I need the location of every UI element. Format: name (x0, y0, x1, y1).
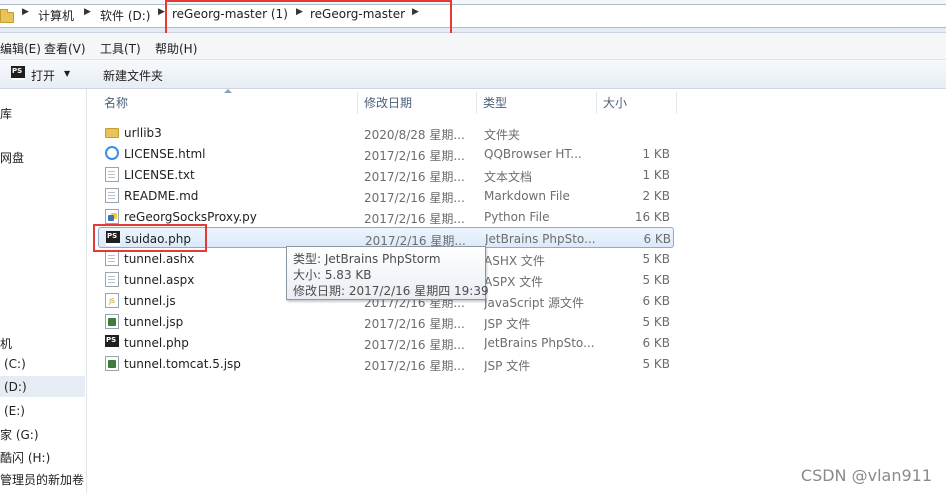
file-name: LICENSE.txt (124, 168, 195, 182)
file-date: 2017/2/16 星期... (364, 317, 465, 331)
file-type: JSP 文件 (484, 317, 531, 331)
file-row[interactable]: PS tunnel.php 2017/2/16 星期... JetBrains Php… (98, 332, 674, 353)
file-name: README.md (124, 189, 199, 203)
address-bar[interactable]: ▶ 计算机 ▶ 软件 (D:) ▶ reGeorg-master (1) ▶ r… (0, 0, 946, 33)
file-date: 2017/2/16 星期... (364, 338, 465, 352)
nav-item[interactable]: 库 (0, 105, 12, 122)
file-icon (105, 272, 119, 287)
column-header-type[interactable]: 类型 (477, 92, 597, 114)
breadcrumb-separator[interactable]: ▶ (22, 7, 29, 17)
file-date: 2017/2/16 星期... (364, 359, 465, 373)
nav-item-drive-e[interactable]: (E:) (4, 404, 25, 418)
file-size: 1 KB (642, 168, 670, 182)
file-tooltip: 类型: JetBrains PhpStorm 大小: 5.83 KB 修改日期:… (286, 246, 489, 300)
file-name: urllib3 (124, 126, 162, 140)
file-date: 2017/2/16 星期... (364, 191, 465, 205)
file-name: tunnel.jsp (124, 315, 184, 329)
file-date: 2020/8/28 星期... (364, 128, 465, 142)
file-row[interactable]: LICENSE.txt 2017/2/16 星期... 文本文档 1 KB (98, 164, 674, 185)
file-row[interactable]: README.md 2017/2/16 星期... Markdown File 2 K… (98, 185, 674, 206)
file-size: 16 KB (634, 210, 670, 224)
menu-view[interactable]: 查看(V) (44, 40, 86, 57)
file-type: 文件夹 (484, 128, 521, 142)
watermark: CSDN @vlan911 (800, 466, 932, 485)
file-size: 5 KB (642, 273, 670, 287)
tooltip-type: 类型: JetBrains PhpStorm (293, 252, 441, 266)
breadcrumb-computer[interactable]: 计算机 (38, 7, 74, 24)
file-type: JavaScript 源文件 (484, 296, 584, 310)
file-size: 1 KB (642, 147, 670, 161)
jsp-file-icon (105, 314, 119, 329)
navigation-pane: 库 网盘 机 (C:) (D:) (E:) 家 (G:) 酷闪 (H:) 管理员… (0, 89, 87, 493)
breadcrumb-separator[interactable]: ▶ (84, 7, 91, 17)
python-file-icon (105, 209, 119, 224)
markdown-file-icon (105, 188, 119, 203)
file-date: 2017/2/16 星期... (364, 149, 465, 163)
nav-item-drive-d[interactable]: (D:) (4, 380, 27, 394)
file-date: 2017/2/16 星期... (364, 212, 465, 226)
file-row[interactable]: LICENSE.html 2017/2/16 星期... QQBrowser HT.… (98, 143, 674, 164)
file-name: tunnel.tomcat.5.jsp (124, 357, 241, 371)
file-name: tunnel.php (124, 336, 189, 350)
file-type: JSP 文件 (484, 359, 531, 373)
file-type: QQBrowser HT... (484, 147, 582, 161)
nav-item-new-volume[interactable]: 管理员的新加卷 (0, 471, 84, 488)
file-type: JetBrains PhpSto... (484, 336, 595, 350)
folder-icon (105, 128, 119, 138)
open-button[interactable]: 打开 (31, 67, 55, 84)
file-row[interactable]: tunnel.jsp 2017/2/16 星期... JSP 文件 5 KB (98, 311, 674, 332)
file-name: reGeorgSocksProxy.py (124, 210, 257, 224)
file-row[interactable]: tunnel.tomcat.5.jsp 2017/2/16 星期... JSP 文件… (98, 353, 674, 374)
menu-help[interactable]: 帮助(H) (155, 40, 197, 57)
file-type: JetBrains PhpSto... (485, 232, 596, 246)
file-type: ASPX 文件 (484, 275, 544, 289)
tooltip-date: 修改日期: 2017/2/16 星期四 19:39 (293, 284, 489, 298)
menu-tools[interactable]: 工具(T) (100, 40, 141, 57)
file-type: 文本文档 (484, 170, 533, 184)
folder-icon (0, 9, 14, 23)
file-icon (105, 251, 119, 266)
nav-item-drive-h[interactable]: 酷闪 (H:) (0, 449, 50, 466)
file-name: LICENSE.html (124, 147, 206, 161)
phpstorm-file-icon: PS (105, 335, 119, 350)
file-row[interactable]: urllib3 2020/8/28 星期... 文件夹 (98, 122, 674, 143)
open-dropdown-icon[interactable]: ▼ (64, 69, 70, 78)
breadcrumb-drive-d[interactable]: 软件 (D:) (100, 7, 150, 24)
qqbrowser-icon (105, 146, 119, 160)
file-size: 6 KB (642, 294, 670, 308)
column-header-size[interactable]: 大小 (597, 92, 677, 114)
nav-item[interactable]: 网盘 (0, 149, 24, 166)
breadcrumb-separator[interactable]: ▶ (158, 7, 165, 17)
column-header-date[interactable]: 修改日期 (358, 92, 477, 114)
file-size: 6 KB (642, 336, 670, 350)
jsp-file-icon (105, 356, 119, 371)
menu-bar: 编辑(E) 查看(V) 工具(T) 帮助(H) (0, 33, 946, 60)
new-folder-button[interactable]: 新建文件夹 (103, 67, 163, 84)
highlight-box-file (93, 224, 207, 252)
phpstorm-icon: PS (11, 66, 25, 80)
column-header-name[interactable]: 名称 (98, 92, 358, 114)
menu-edit[interactable]: 编辑(E) (0, 40, 41, 57)
nav-item-drive-g[interactable]: 家 (G:) (0, 426, 39, 443)
js-file-icon: JS (105, 293, 119, 308)
file-size: 6 KB (643, 232, 671, 246)
file-type: ASHX 文件 (484, 254, 545, 268)
nav-item[interactable]: 机 (0, 335, 12, 352)
tooltip-size: 大小: 5.83 KB (293, 268, 372, 282)
file-size: 5 KB (642, 252, 670, 266)
toolbar: PS 打开 ▼ 新建文件夹 (0, 60, 946, 89)
file-date: 2017/2/16 星期... (364, 170, 465, 184)
file-size: 5 KB (642, 357, 670, 371)
nav-item-drive-c[interactable]: (C:) (4, 357, 26, 371)
text-file-icon (105, 167, 119, 182)
file-type: Markdown File (484, 189, 570, 203)
file-size: 5 KB (642, 315, 670, 329)
file-type: Python File (484, 210, 550, 224)
file-size: 2 KB (642, 189, 670, 203)
